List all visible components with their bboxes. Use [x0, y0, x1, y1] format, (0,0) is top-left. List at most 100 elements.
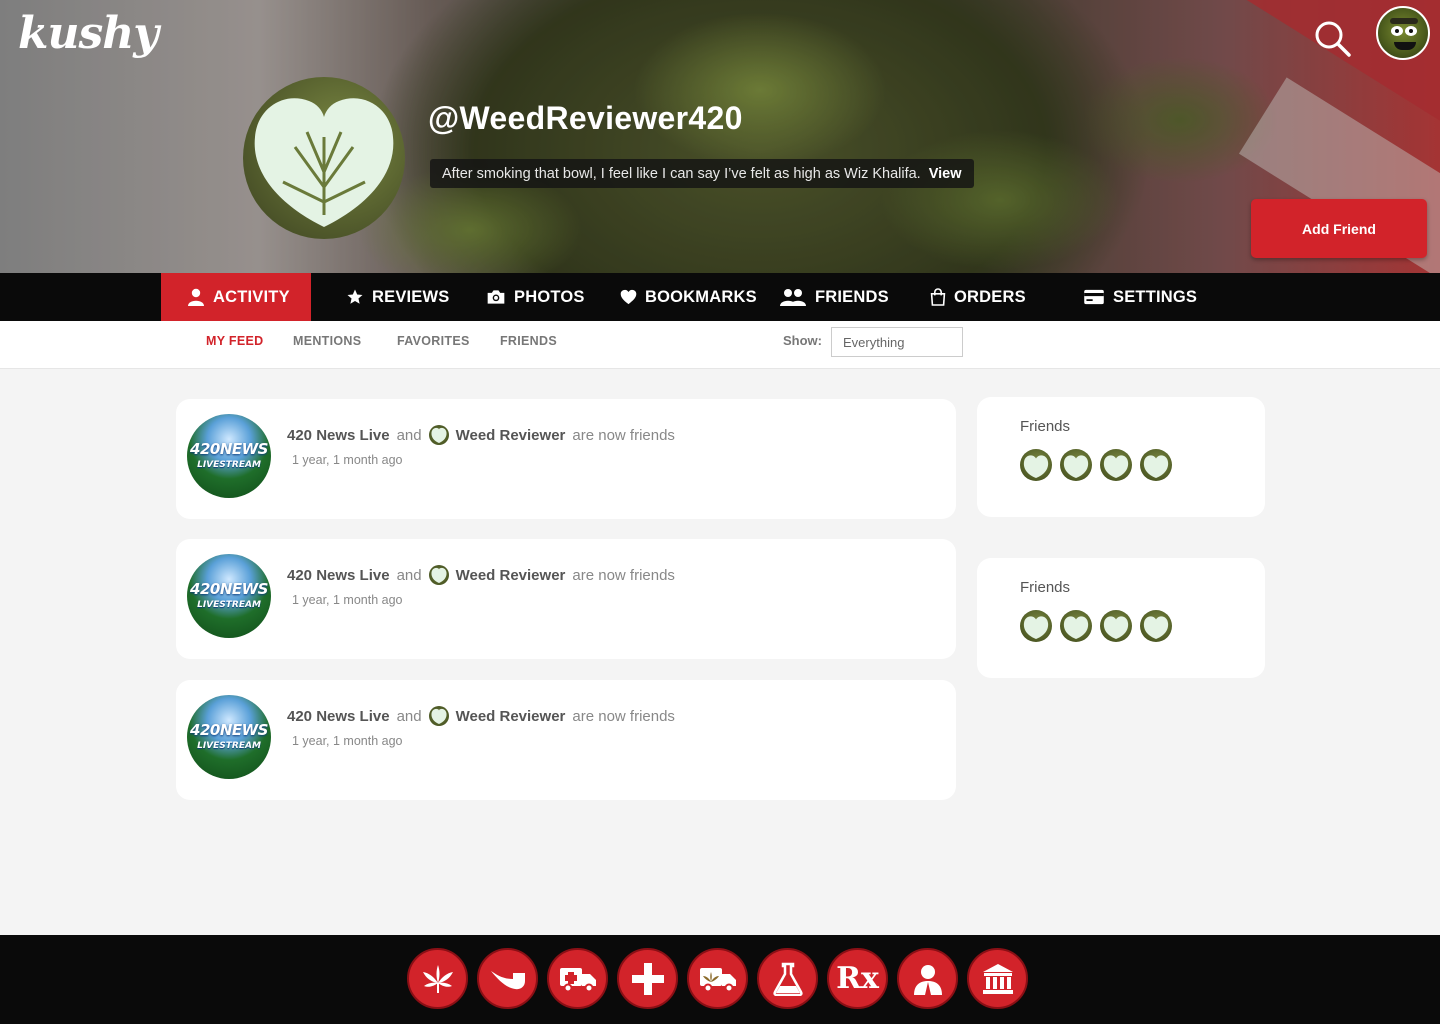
feed-timestamp: 1 year, 1 month ago: [292, 734, 403, 748]
heart-icon: [620, 289, 637, 305]
friend-avatar[interactable]: [1140, 449, 1172, 481]
feed-sentence: 420 News Live and Weed Reviewer are now …: [287, 706, 675, 726]
feed-action: are now friends: [572, 707, 675, 725]
tab-label: SETTINGS: [1113, 287, 1198, 306]
friend-avatar[interactable]: [1020, 449, 1052, 481]
tab-label: ACTIVITY: [213, 287, 290, 306]
delivery-truck-icon[interactable]: [687, 948, 748, 1009]
rx-text: Rx: [836, 961, 879, 996]
feed-sentence: 420 News Live and Weed Reviewer are now …: [287, 425, 675, 445]
camera-icon: [487, 290, 505, 304]
kushy-logo[interactable]: kushy: [18, 8, 159, 59]
footer-toolbar: Rx: [0, 935, 1440, 1024]
search-icon[interactable]: [1312, 18, 1352, 58]
tab-settings[interactable]: SETTINGS: [1083, 273, 1197, 321]
profile-nav: ACTIVITY REVIEWS PHOTOS BOOKMARKS FRIEND…: [0, 273, 1440, 321]
feed-target-link[interactable]: Weed Reviewer: [456, 567, 566, 584]
tab-activity[interactable]: ACTIVITY: [161, 273, 311, 321]
feed-target-link[interactable]: Weed Reviewer: [456, 708, 566, 725]
people-icon: [780, 289, 806, 306]
avatar-brow: [1390, 18, 1418, 24]
avatar-mouth: [1394, 42, 1416, 50]
status-text: After smoking that bowl, I feel like I c…: [442, 165, 921, 182]
friend-avatar[interactable]: [1100, 610, 1132, 642]
tab-bookmarks[interactable]: BOOKMARKS: [620, 273, 757, 321]
tab-label: REVIEWS: [372, 287, 450, 306]
news-avatar[interactable]: 420NEWS LIVESTREAM: [187, 414, 271, 498]
friend-avatar[interactable]: [1140, 610, 1172, 642]
avatar-eye: [1405, 26, 1417, 36]
star-icon: [347, 289, 363, 304]
feed-item: 420NEWS LIVESTREAM 420 News Live and Wee…: [176, 680, 956, 800]
feed-sentence: 420 News Live and Weed Reviewer are now …: [287, 565, 675, 585]
leaf-avatar-icon: [428, 565, 449, 585]
tab-label: PHOTOS: [514, 287, 585, 306]
tab-label: ORDERS: [954, 287, 1026, 306]
feed-item: 420NEWS LIVESTREAM 420 News Live and Wee…: [176, 539, 956, 659]
feed-actor-link[interactable]: 420 News Live: [287, 567, 390, 584]
friends-widget-title: Friends: [1020, 418, 1071, 435]
tab-orders[interactable]: ORDERS: [930, 273, 1026, 321]
add-friend-button[interactable]: Add Friend: [1251, 199, 1427, 258]
person-icon: [188, 288, 204, 306]
avatar-logo-text: 420NEWS: [190, 440, 268, 458]
feed-timestamp: 1 year, 1 month ago: [292, 453, 403, 467]
card-icon: [1084, 289, 1104, 305]
friends-widget-title: Friends: [1020, 579, 1071, 596]
status-view-link[interactable]: View: [929, 166, 962, 182]
avatar-eye: [1391, 26, 1403, 36]
feed-connector: and: [396, 707, 422, 725]
profile-username: @WeedReviewer420: [428, 100, 743, 136]
friend-avatar[interactable]: [1060, 610, 1092, 642]
feed-connector: and: [396, 566, 422, 584]
friend-avatar-list: [1020, 449, 1172, 481]
subtab-my-feed[interactable]: MY FEED: [206, 334, 263, 348]
avatar-logo-text: 420NEWS: [190, 721, 268, 739]
friend-avatar-list: [1020, 610, 1172, 642]
feed-actor-link[interactable]: 420 News Live: [287, 708, 390, 725]
rx-icon[interactable]: Rx: [827, 948, 888, 1009]
friends-widget: Friends: [977, 558, 1265, 678]
avatar-logo-subtext: LIVESTREAM: [197, 460, 261, 470]
doctor-icon[interactable]: [897, 948, 958, 1009]
feed-action: are now friends: [572, 426, 675, 444]
show-filter-label: Show:: [783, 333, 822, 348]
friend-avatar[interactable]: [1100, 449, 1132, 481]
feed-timestamp: 1 year, 1 month ago: [292, 593, 403, 607]
avatar-logo-text: 420NEWS: [190, 580, 268, 598]
feed-action: are now friends: [572, 566, 675, 584]
leaf-avatar-icon: [428, 706, 449, 726]
friend-avatar[interactable]: [1060, 449, 1092, 481]
news-avatar[interactable]: 420NEWS LIVESTREAM: [187, 695, 271, 779]
bank-icon[interactable]: [967, 948, 1028, 1009]
tab-label: FRIENDS: [815, 287, 889, 306]
tab-photos[interactable]: PHOTOS: [486, 273, 585, 321]
show-filter-select[interactable]: Everything: [831, 327, 963, 357]
leaf-icon[interactable]: [407, 948, 468, 1009]
medical-cross-icon[interactable]: [617, 948, 678, 1009]
avatar-logo-subtext: LIVESTREAM: [197, 600, 261, 610]
friend-avatar[interactable]: [1020, 610, 1052, 642]
tab-friends[interactable]: FRIENDS: [779, 273, 889, 321]
tab-label: BOOKMARKS: [645, 287, 757, 306]
subtab-favorites[interactable]: FAVORITES: [397, 334, 470, 348]
feed-connector: and: [396, 426, 422, 444]
status-banner: After smoking that bowl, I feel like I c…: [430, 159, 974, 188]
leaf-avatar-icon: [428, 425, 449, 445]
pipe-icon[interactable]: [477, 948, 538, 1009]
friends-widget: Friends: [977, 397, 1265, 517]
user-avatar[interactable]: [1376, 6, 1430, 60]
feed-actor-link[interactable]: 420 News Live: [287, 427, 390, 444]
news-avatar[interactable]: 420NEWS LIVESTREAM: [187, 554, 271, 638]
feed-item: 420NEWS LIVESTREAM 420 News Live and Wee…: [176, 399, 956, 519]
tab-reviews[interactable]: REVIEWS: [346, 273, 450, 321]
profile-avatar[interactable]: [243, 77, 405, 239]
avatar-logo-subtext: LIVESTREAM: [197, 741, 261, 751]
subtab-mentions[interactable]: MENTIONS: [293, 334, 361, 348]
flask-icon[interactable]: [757, 948, 818, 1009]
bag-icon: [930, 288, 946, 306]
feed-target-link[interactable]: Weed Reviewer: [456, 427, 566, 444]
subtab-friends[interactable]: FRIENDS: [500, 334, 557, 348]
activity-subnav: MY FEED MENTIONS FAVORITES FRIENDS Show:…: [0, 321, 1440, 369]
ambulance-icon[interactable]: [547, 948, 608, 1009]
